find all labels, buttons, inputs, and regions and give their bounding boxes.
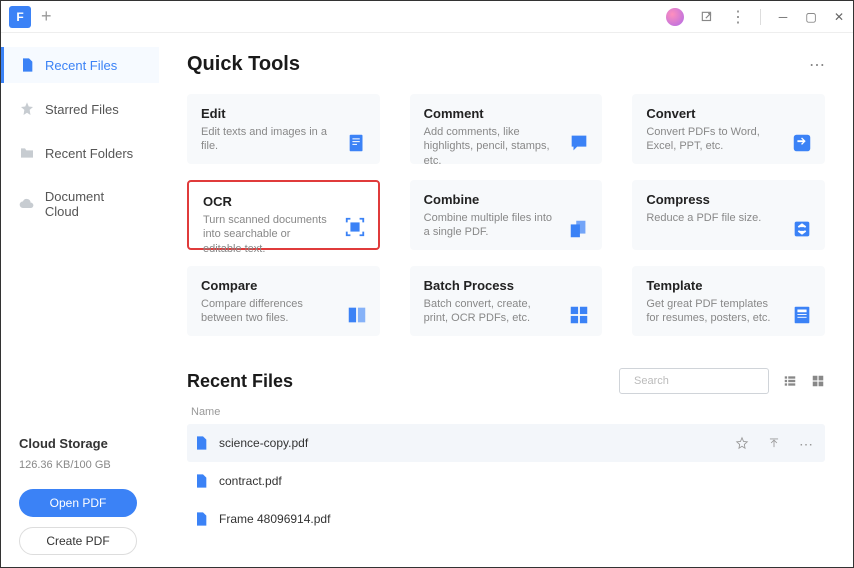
sidebar-item-starred-files[interactable]: Starred Files <box>1 91 159 127</box>
sidebar-item-label: Recent Folders <box>45 146 133 161</box>
tool-title: Compare <box>201 278 366 293</box>
tool-title: Convert <box>646 106 811 121</box>
search-input[interactable] <box>634 375 776 387</box>
pdf-icon <box>193 511 209 527</box>
titlebar: F + ⋮ ─ ▢ ✕ <box>1 1 853 33</box>
tool-card-compress[interactable]: Compress Reduce a PDF file size. <box>632 180 825 250</box>
tool-desc: Add comments, like highlights, pencil, s… <box>424 125 589 168</box>
quick-tools-more-button[interactable]: ⋯ <box>809 55 825 75</box>
folder-icon <box>19 145 35 161</box>
tool-desc: Batch convert, create, print, OCR PDFs, … <box>424 297 589 326</box>
tool-title: Combine <box>424 192 589 207</box>
new-tab-button[interactable]: + <box>41 6 52 27</box>
comment-icon <box>568 132 590 154</box>
pdf-icon <box>193 473 209 489</box>
minimize-button[interactable]: ─ <box>777 11 789 23</box>
star-icon <box>19 101 35 117</box>
cloud-storage-title: Cloud Storage <box>19 436 141 451</box>
tool-title: Template <box>646 278 811 293</box>
tool-desc: Reduce a PDF file size. <box>646 211 811 225</box>
ocr-icon <box>344 216 366 238</box>
sidebar: Recent Files Starred Files Recent Folder… <box>1 33 159 567</box>
sidebar-item-label: Starred Files <box>45 102 119 117</box>
account-avatar[interactable] <box>666 8 684 26</box>
sidebar-item-recent-folders[interactable]: Recent Folders <box>1 135 159 171</box>
more-icon[interactable]: ⋯ <box>799 436 813 450</box>
star-icon[interactable] <box>735 436 749 450</box>
create-pdf-button[interactable]: Create PDF <box>19 527 137 555</box>
close-button[interactable]: ✕ <box>833 11 845 23</box>
cloud-icon <box>19 196 35 212</box>
tool-card-template[interactable]: Template Get great PDF templates for res… <box>632 266 825 336</box>
tool-desc: Turn scanned documents into searchable o… <box>203 213 364 256</box>
tool-title: Edit <box>201 106 366 121</box>
tool-card-convert[interactable]: Convert Convert PDFs to Word, Excel, PPT… <box>632 94 825 164</box>
compress-icon <box>791 218 813 240</box>
open-pdf-button[interactable]: Open PDF <box>19 489 137 517</box>
main-area: Quick Tools ⋯ Edit Edit texts and images… <box>159 33 853 567</box>
file-row[interactable]: science-copy.pdf ⋯ <box>187 424 825 462</box>
tool-desc: Edit texts and images in a file. <box>201 125 366 154</box>
file-name: Frame 48096914.pdf <box>219 512 819 526</box>
tool-desc: Combine multiple files into a single PDF… <box>424 211 589 240</box>
upload-icon[interactable] <box>767 436 781 450</box>
quick-tools-heading: Quick Tools <box>187 53 300 76</box>
search-box[interactable] <box>619 368 769 394</box>
tool-card-combine[interactable]: Combine Combine multiple files into a si… <box>410 180 603 250</box>
maximize-button[interactable]: ▢ <box>805 11 817 23</box>
file-icon <box>19 57 35 73</box>
sidebar-item-label: Recent Files <box>45 58 117 73</box>
tool-card-ocr[interactable]: OCR Turn scanned documents into searchab… <box>187 180 380 250</box>
edit-icon <box>346 132 368 154</box>
tool-title: OCR <box>203 194 364 209</box>
pdf-icon <box>193 435 209 451</box>
file-name: contract.pdf <box>219 474 819 488</box>
column-header-name: Name <box>187 406 825 418</box>
list-view-button[interactable] <box>783 374 797 388</box>
tool-card-compare[interactable]: Compare Compare differences between two … <box>187 266 380 336</box>
grid-view-button[interactable] <box>811 374 825 388</box>
tool-title: Comment <box>424 106 589 121</box>
tool-title: Compress <box>646 192 811 207</box>
file-row[interactable]: contract.pdf <box>187 462 825 500</box>
file-row[interactable]: Frame 48096914.pdf <box>187 500 825 538</box>
sidebar-item-label: Document Cloud <box>45 189 141 219</box>
sidebar-item-document-cloud[interactable]: Document Cloud <box>1 179 159 229</box>
app-logo: F <box>9 6 31 28</box>
batch-icon <box>568 304 590 326</box>
tool-desc: Convert PDFs to Word, Excel, PPT, etc. <box>646 125 811 154</box>
tool-desc: Get great PDF templates for resumes, pos… <box>646 297 811 326</box>
cloud-storage-usage: 126.36 KB/100 GB <box>19 459 141 471</box>
share-icon[interactable] <box>700 10 714 24</box>
template-icon <box>791 304 813 326</box>
tool-card-comment[interactable]: Comment Add comments, like highlights, p… <box>410 94 603 164</box>
compare-icon <box>346 304 368 326</box>
recent-files-heading: Recent Files <box>187 371 293 392</box>
tool-card-edit[interactable]: Edit Edit texts and images in a file. <box>187 94 380 164</box>
tool-title: Batch Process <box>424 278 589 293</box>
sidebar-item-recent-files[interactable]: Recent Files <box>1 47 159 83</box>
combine-icon <box>568 218 590 240</box>
file-name: science-copy.pdf <box>219 436 725 450</box>
convert-icon <box>791 132 813 154</box>
kebab-menu-icon[interactable]: ⋮ <box>730 10 744 24</box>
tool-desc: Compare differences between two files. <box>201 297 366 326</box>
tool-card-batch-process[interactable]: Batch Process Batch convert, create, pri… <box>410 266 603 336</box>
